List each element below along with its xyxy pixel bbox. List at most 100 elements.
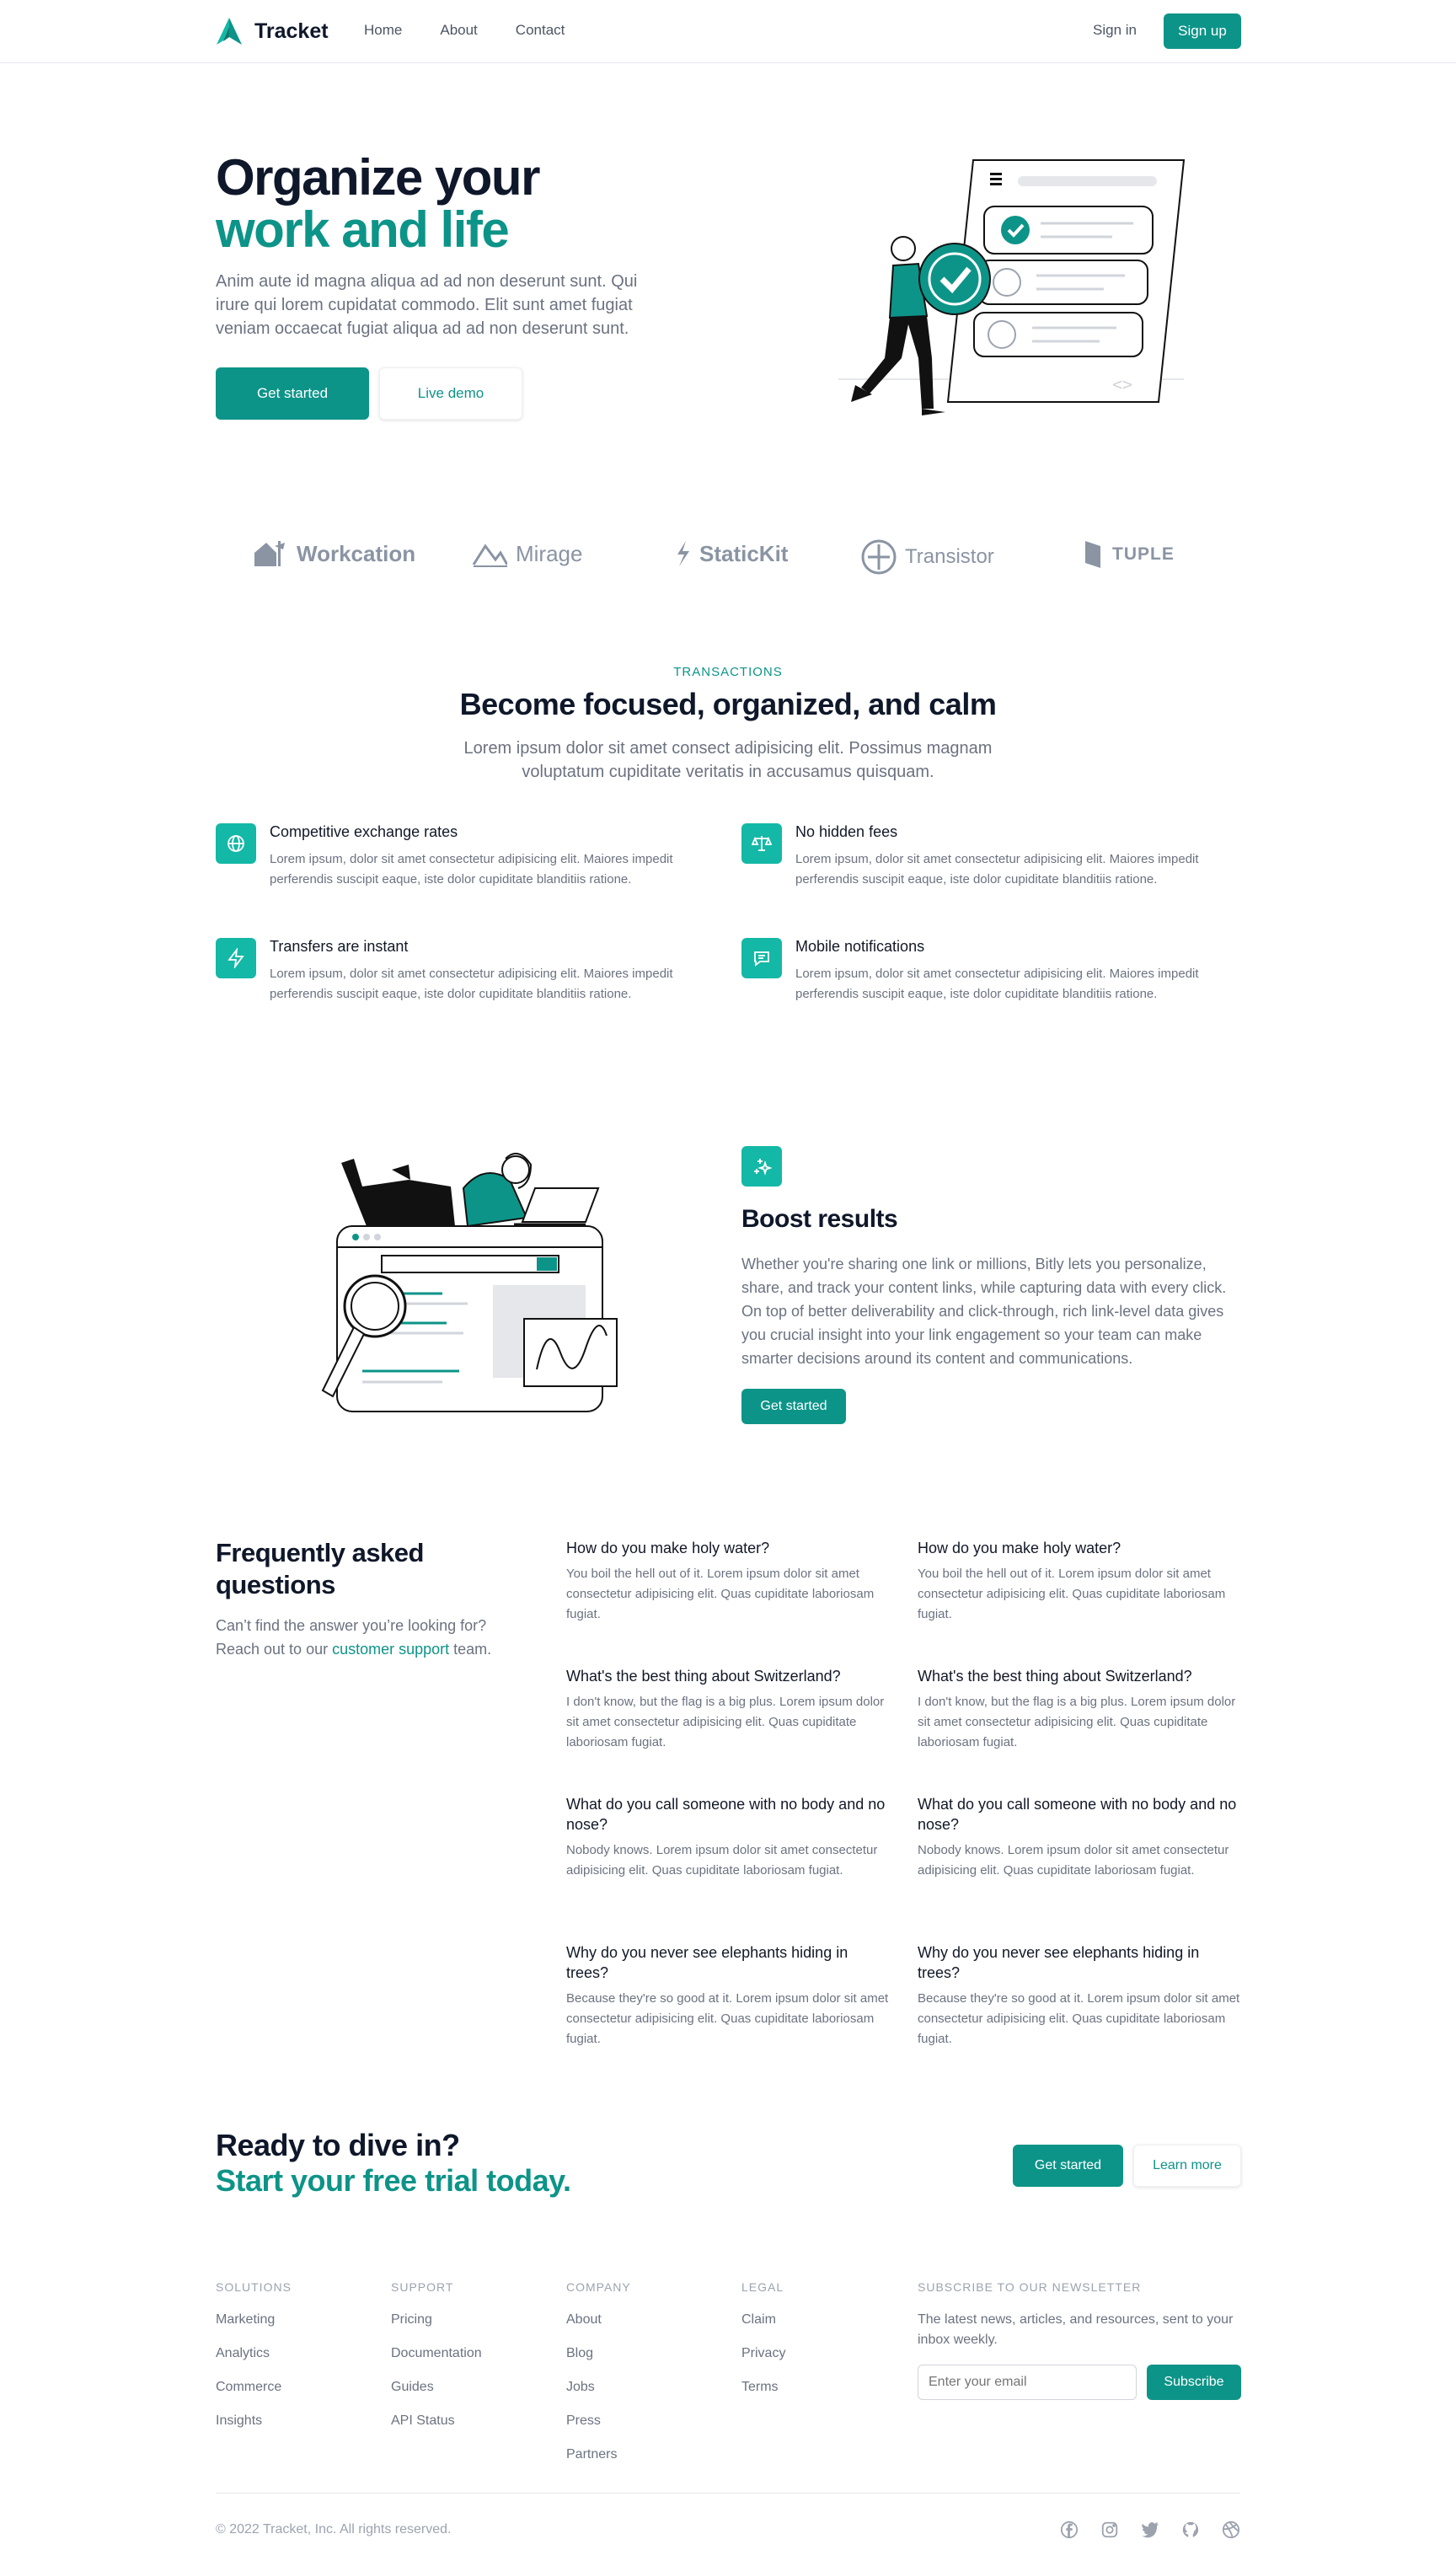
globe-icon <box>216 823 256 864</box>
logo-transistor: Transistor <box>861 539 994 575</box>
footer-link[interactable]: API Status <box>391 2413 482 2429</box>
footer-link[interactable]: Documentation <box>391 2345 482 2361</box>
cta-learn-more-button[interactable]: Learn more <box>1133 2145 1241 2187</box>
cta-line1: Ready to dive in? <box>216 2128 460 2162</box>
feature-desc: Lorem ipsum, dolor sit amet consectetur … <box>795 967 1199 1001</box>
nav-contact[interactable]: Contact <box>516 22 565 39</box>
footer-link[interactable]: Guides <box>391 2379 482 2395</box>
boost-get-started-button[interactable]: Get started <box>741 1389 846 1424</box>
logo-cloud: Workcation Mirage StaticKit Transistor T… <box>0 539 1456 581</box>
flag-icon <box>1085 541 1100 568</box>
mountain-icon <box>472 544 507 567</box>
copyright: © 2022 Tracket, Inc. All rights reserved… <box>216 2522 452 2537</box>
features-title: Become focused, organized, and calm <box>459 687 997 721</box>
faq-item: Why do you never see elephants hiding in… <box>918 1942 1242 2049</box>
feature-title: Mobile notifications <box>795 938 925 955</box>
footer-link[interactable]: Claim <box>741 2312 785 2328</box>
brand-logo[interactable]: Tracket <box>216 17 329 46</box>
footer-link[interactable]: Press <box>566 2413 631 2429</box>
faq-item: What's the best thing about Switzerland?… <box>918 1666 1242 1753</box>
signup-button[interactable]: Sign up <box>1164 13 1241 49</box>
logo-name: TUPLE <box>1112 544 1175 564</box>
lightning-icon <box>216 938 256 978</box>
footer-link[interactable]: Partners <box>566 2446 631 2462</box>
footer-link[interactable]: Terms <box>741 2379 785 2395</box>
faq-answer: Nobody knows. Lorem ipsum dolor sit amet… <box>918 1843 1229 1878</box>
faq-title: Frequently asked questions <box>216 1538 424 1599</box>
footer-link[interactable]: Pricing <box>391 2312 482 2328</box>
cta-get-started-button[interactable]: Get started <box>1013 2145 1123 2187</box>
hero-live-demo-button[interactable]: Live demo <box>379 367 522 420</box>
logo-statickit: StaticKit <box>674 539 788 568</box>
hero-title-line2: work and life <box>216 201 510 258</box>
footer-col-title: Company <box>566 2280 631 2294</box>
nav-home[interactable]: Home <box>364 22 402 39</box>
house-icon <box>254 541 285 566</box>
footer-link[interactable]: Insights <box>216 2413 292 2429</box>
sparkles-icon <box>741 1146 782 1187</box>
faq-answer: I don't know, but the flag is a big plus… <box>918 1695 1236 1749</box>
logo-icon <box>217 18 242 45</box>
faq-question: How do you make holy water? <box>566 1540 770 1556</box>
hero-get-started-button[interactable]: Get started <box>216 367 369 420</box>
faq-item: How do you make holy water? You boil the … <box>566 1538 891 1625</box>
features-subtitle: Lorem ipsum dolor sit amet consect adipi… <box>463 739 993 781</box>
subscribe-button[interactable]: Subscribe <box>1147 2365 1241 2400</box>
footer-newsletter: Subscribe to our newsletter <box>918 2280 1141 2294</box>
footer-col-company: Company About Blog Jobs Press Partners <box>566 2280 631 2462</box>
faq-answer: I don't know, but the flag is a big plus… <box>566 1695 885 1749</box>
logo-tuple: TUPLE <box>1082 539 1175 570</box>
scale-icon <box>741 823 782 864</box>
facebook-icon[interactable] <box>1059 2520 1079 2540</box>
logo-name: Transistor <box>905 545 994 568</box>
faq-item: How do you make holy water? You boil the … <box>918 1538 1242 1625</box>
svg-text:<>: <> <box>1112 374 1132 394</box>
footer-col-support: Support Pricing Documentation Guides API… <box>391 2280 482 2429</box>
chat-icon <box>741 938 782 978</box>
feature-desc: Lorem ipsum, dolor sit amet consectetur … <box>270 967 673 1001</box>
site-header: Tracket Home About Contact Sign in Sign … <box>0 0 1456 63</box>
customer-support-link[interactable]: customer support <box>332 1641 449 1658</box>
faq-item: What do you call someone with no body an… <box>918 1794 1242 1881</box>
feature-desc: Lorem ipsum, dolor sit amet consectetur … <box>270 852 673 887</box>
faq-item: What's the best thing about Switzerland?… <box>566 1666 891 1753</box>
twitter-icon[interactable] <box>1140 2520 1160 2540</box>
faq-sub-suffix: team. <box>449 1641 492 1658</box>
circle-cross-icon <box>861 539 897 575</box>
footer-link[interactable]: About <box>566 2312 631 2328</box>
cta-title: Ready to dive in? Start your free trial … <box>216 2128 571 2199</box>
logo-mirage: Mirage <box>472 539 582 568</box>
footer-col-title: Legal <box>741 2280 784 2294</box>
cta-line2: Start your free trial today. <box>216 2163 571 2198</box>
signin-link[interactable]: Sign in <box>1093 22 1137 39</box>
brand-name: Tracket <box>254 19 329 43</box>
footer-divider <box>216 2493 1240 2494</box>
footer-link[interactable]: Blog <box>566 2345 631 2361</box>
faq-question: What's the best thing about Switzerland? <box>566 1668 841 1685</box>
faq-answer: Because they're so good at it. Lorem ips… <box>566 1991 889 2046</box>
footer-col-legal: Legal Claim Privacy Terms <box>741 2280 785 2395</box>
footer-link[interactable]: Jobs <box>566 2379 631 2395</box>
footer-link[interactable]: Analytics <box>216 2345 292 2361</box>
logo-name: Workcation <box>297 540 416 566</box>
github-icon[interactable] <box>1180 2520 1201 2540</box>
feature-title: Competitive exchange rates <box>270 823 458 840</box>
footer-link[interactable]: Commerce <box>216 2379 292 2395</box>
features-eyebrow: TRANSACTIONS <box>673 665 783 679</box>
hero-illustration: <> <box>838 159 1186 415</box>
footer-link[interactable]: Privacy <box>741 2345 785 2361</box>
dribbble-icon[interactable] <box>1221 2520 1241 2540</box>
faq-question: How do you make holy water? <box>918 1540 1121 1556</box>
footer-col-title: Support <box>391 2280 454 2294</box>
footer-link[interactable]: Marketing <box>216 2312 292 2328</box>
faq-answer: You boil the hell out of it. Lorem ipsum… <box>918 1567 1226 1621</box>
faq-question: Why do you never see elephants hiding in… <box>918 1944 1200 1981</box>
newsletter-email-input[interactable] <box>918 2365 1137 2400</box>
footer-col-solutions: Solutions Marketing Analytics Commerce I… <box>216 2280 292 2429</box>
newsletter-text: The latest news, articles, and resources… <box>918 2312 1234 2347</box>
feature-title: Transfers are instant <box>270 938 409 955</box>
hero-title-line1: Organize your <box>216 149 540 206</box>
nav-about[interactable]: About <box>440 22 477 39</box>
boost-illustration <box>321 1152 618 1412</box>
instagram-icon[interactable] <box>1100 2520 1120 2540</box>
